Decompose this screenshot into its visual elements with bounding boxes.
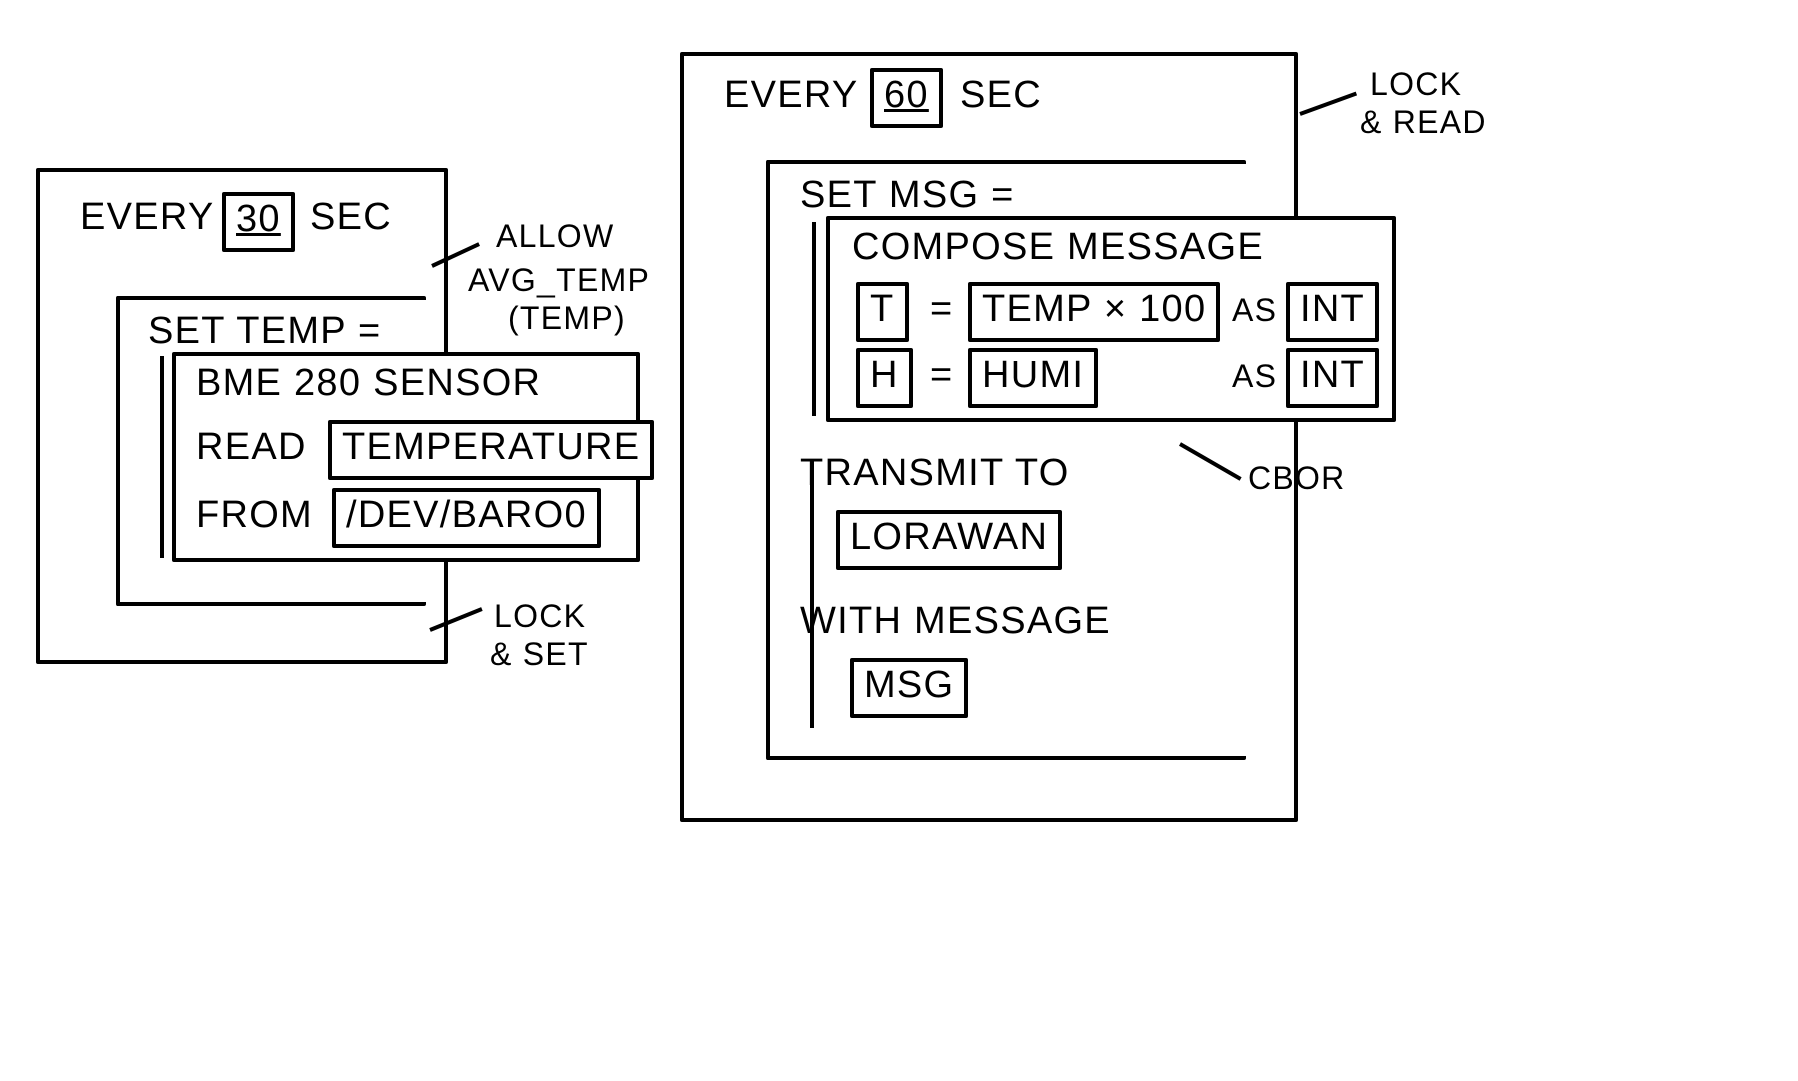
right-every-value[interactable]: 60 [870,68,943,128]
left-sensor-title: BME 280 SENSOR [196,362,541,405]
right-transmit-label: TRANSMIT TO [800,452,1070,495]
right-compose-title: COMPOSE MESSAGE [852,226,1264,269]
right-annotation-top-2: & READ [1360,104,1487,141]
left-every-value[interactable]: 30 [222,192,295,252]
left-every-unit: SEC [310,196,392,239]
right-set-label: SET MSG = [800,174,1015,217]
right-annotation-top-1: LOCK [1370,66,1462,103]
left-read-label: READ [196,426,307,469]
right-with-label: WITH MESSAGE [800,600,1111,643]
right-transmit-sidebar [810,460,814,728]
left-every-label: EVERY [80,196,215,239]
compose-row2-type[interactable]: INT [1286,348,1379,408]
compose-row1-expr[interactable]: TEMP × 100 [968,282,1220,342]
left-annotation-top-1: ALLOW [496,218,614,255]
left-annotation-top-3: (TEMP) [508,300,626,337]
left-read-value[interactable]: TEMPERATURE [328,420,654,480]
right-transmit-value[interactable]: LORAWAN [836,510,1062,570]
canvas: EVERY 30 SEC SET TEMP = ALLOW AVG_TEMP (… [0,0,1798,1081]
compose-row1-type[interactable]: INT [1286,282,1379,342]
compose-row1-eq: = [930,288,953,331]
right-with-value[interactable]: MSG [850,658,968,718]
right-compose-sidebar [812,222,816,416]
right-every-unit: SEC [960,74,1042,117]
right-every-label: EVERY [724,74,859,117]
compose-row2-expr[interactable]: HUMI [968,348,1098,408]
compose-row1-key[interactable]: T [856,282,909,342]
right-cbor-label: CBOR [1248,460,1346,497]
compose-row2-as: AS [1232,358,1277,395]
left-annotation-bottom-1: LOCK [494,598,586,635]
compose-row1-as: AS [1232,292,1277,329]
left-annotation-bottom-2: & SET [490,636,589,673]
compose-row2-key[interactable]: H [856,348,913,408]
left-from-value[interactable]: /DEV/BARO0 [332,488,601,548]
left-annotation-top-2: AVG_TEMP [468,262,650,299]
left-set-label: SET TEMP = [148,310,382,353]
left-from-label: FROM [196,494,313,537]
compose-row2-eq: = [930,354,953,397]
left-sensor-sidebar [160,356,164,558]
right-annotation-top-tick [1299,92,1357,116]
